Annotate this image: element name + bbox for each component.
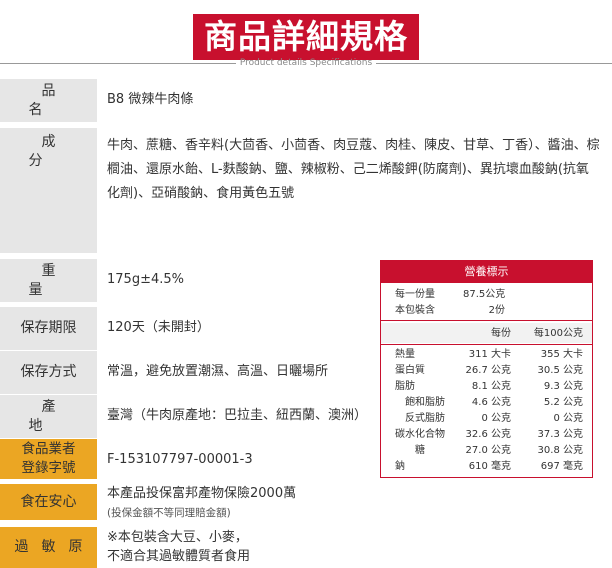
value-registration: F-153107797-00001-3	[107, 452, 253, 467]
row-per-serving: 610 毫克	[468, 461, 511, 472]
row-per-100g: 5.2 公克	[543, 397, 583, 408]
value-storage: 常溫，避免放置潮濕、高溫、日曬場所	[107, 364, 329, 379]
nutrition-table: 營養標示 每一份量 87.5公克 本包裝含 2份 每份 每100公克 熱量 31…	[380, 260, 593, 478]
page-title: 商品詳細規格	[204, 17, 408, 56]
label-registration-line2: 登錄字號	[21, 460, 76, 476]
label-registration-line1: 食品業者	[21, 441, 76, 457]
label-shelf-life: 保存期限	[0, 307, 97, 350]
row-name: 飽和脂肪	[405, 397, 445, 408]
row-per-100g: 9.3 公克	[543, 381, 583, 392]
nutrition-title: 營養標示	[381, 261, 592, 283]
nutrition-rule-top	[381, 320, 592, 321]
value-ingredients: 牛肉、蔗糖、香辛料(大茴香、小茴香、肉豆蔻、肉桂、陳皮、甘草、丁香）、醬油、棕櫚…	[107, 138, 600, 201]
nutrition-rule-mid	[381, 344, 592, 345]
value-shelf-life: 120天（未開封）	[107, 320, 210, 335]
row-per-serving: 0 公克	[481, 413, 511, 424]
title-banner: 商品詳細規格	[193, 14, 419, 60]
row-per-100g: 30.5 公克	[537, 365, 583, 376]
insurance-note: (投保金額不等同理賠金額)	[107, 507, 231, 519]
row-per-serving: 32.6 公克	[465, 429, 511, 440]
label-name: 品名	[0, 79, 97, 122]
col-per-100g: 每100公克	[533, 328, 583, 339]
row-per-serving: 26.7 公克	[465, 365, 511, 376]
row-per-serving: 4.6 公克	[471, 397, 511, 408]
col-per-serving: 每份	[491, 328, 511, 339]
row-per-100g: 355 大卡	[540, 349, 583, 360]
label-origin: 產地	[0, 395, 97, 438]
divider-right	[376, 63, 612, 64]
servings-value: 2份	[488, 305, 505, 316]
value-origin: 臺灣（牛肉原產地：巴拉圭、紐西蘭、澳洲）	[107, 408, 368, 423]
page-subtitle: Product details Specifications	[239, 58, 373, 68]
divider-left	[0, 63, 236, 64]
row-per-100g: 697 毫克	[540, 461, 583, 472]
label-registration: 食品業者 登錄字號	[0, 439, 97, 479]
row-name: 脂肪	[395, 381, 415, 392]
serving-size-value: 87.5公克	[463, 289, 506, 300]
label-ingredients: 成分	[0, 128, 97, 253]
row-name: 鈉	[395, 461, 405, 472]
label-allergen: 過敏原	[0, 527, 97, 568]
row-name: 糖	[415, 445, 425, 456]
row-per-100g: 30.8 公克	[537, 445, 583, 456]
value-allergen-line2: 不適合其過敏體質者食用	[107, 549, 251, 564]
row-name: 碳水化合物	[395, 429, 445, 440]
row-per-serving: 311 大卡	[468, 349, 511, 360]
row-per-serving: 8.1 公克	[471, 381, 511, 392]
label-insurance: 食在安心	[0, 484, 97, 520]
value-weight: 175g±4.5%	[107, 272, 184, 287]
label-weight: 重量	[0, 259, 97, 302]
row-name: 反式脂肪	[405, 413, 445, 424]
servings-label: 本包裝含	[395, 305, 435, 316]
serving-size-label: 每一份量	[395, 289, 435, 300]
value-insurance-note: (投保金額不等同理賠金額)	[107, 502, 231, 524]
row-per-serving: 27.0 公克	[465, 445, 511, 456]
value-name: B8 微辣牛肉條	[107, 92, 194, 107]
row-name: 蛋白質	[395, 365, 425, 376]
row-name: 熱量	[395, 349, 415, 360]
row-per-100g: 0 公克	[553, 413, 583, 424]
row-per-100g: 37.3 公克	[537, 429, 583, 440]
label-storage: 保存方式	[0, 351, 97, 394]
